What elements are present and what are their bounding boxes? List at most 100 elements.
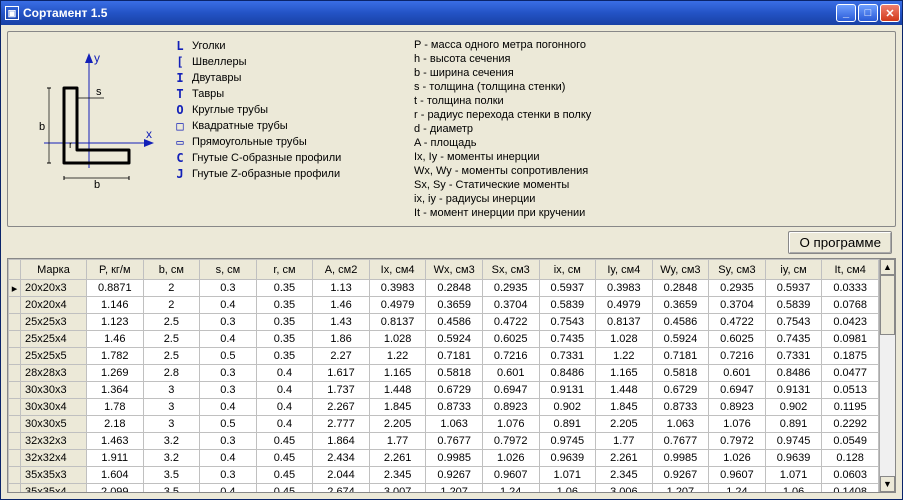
cell[interactable]: 3.006 — [596, 484, 653, 494]
table-row[interactable]: 20x20x41.14620.40.351.460.49790.36590.37… — [9, 297, 879, 314]
cell[interactable]: 3 — [143, 399, 200, 416]
cell[interactable]: 0.1195 — [822, 399, 879, 416]
minimize-button[interactable]: _ — [836, 4, 856, 22]
cell[interactable]: 0.35 — [256, 348, 313, 365]
cell[interactable]: 0.8733 — [426, 399, 483, 416]
cell[interactable]: 0.45 — [256, 450, 313, 467]
cell[interactable]: 0.4979 — [369, 297, 426, 314]
cell[interactable]: 0.4 — [200, 450, 257, 467]
cell[interactable]: 2.5 — [143, 331, 200, 348]
cell[interactable]: 0.3 — [200, 314, 257, 331]
profile-type-item[interactable]: OКруглые трубы — [174, 102, 404, 118]
scroll-up-button[interactable]: ▲ — [880, 259, 895, 275]
cell[interactable]: 0.6025 — [709, 331, 766, 348]
cell[interactable]: 2.5 — [143, 348, 200, 365]
cell[interactable]: 1.146 — [87, 297, 144, 314]
column-header[interactable]: P, кг/м — [87, 260, 144, 280]
cell[interactable]: 0.5937 — [765, 280, 822, 297]
cell[interactable]: 0.2935 — [709, 280, 766, 297]
column-header[interactable]: Ix, см4 — [369, 260, 426, 280]
table-row[interactable]: 35x35x42.0993.50.40.452.6743.0071.2071.2… — [9, 484, 879, 494]
cell[interactable]: 0.7181 — [426, 348, 483, 365]
cell[interactable]: 1.165 — [596, 365, 653, 382]
data-grid[interactable]: МаркаP, кг/мb, смs, смr, смA, см2Ix, см4… — [8, 259, 879, 493]
cell[interactable]: 0.7543 — [539, 314, 596, 331]
cell[interactable]: 0.6729 — [426, 382, 483, 399]
cell[interactable]: 1.46 — [87, 331, 144, 348]
cell[interactable]: 1.845 — [369, 399, 426, 416]
cell[interactable]: 30x30x5 — [21, 416, 87, 433]
cell[interactable]: 2.434 — [313, 450, 370, 467]
cell[interactable]: 35x35x3 — [21, 467, 87, 484]
cell[interactable]: 0.8923 — [709, 399, 766, 416]
cell[interactable]: 1.24 — [709, 484, 766, 494]
cell[interactable]: 0.6947 — [482, 382, 539, 399]
cell[interactable]: 0.6947 — [709, 382, 766, 399]
cell[interactable]: 0.3704 — [482, 297, 539, 314]
cell[interactable]: 0.35 — [256, 314, 313, 331]
maximize-button[interactable]: □ — [858, 4, 878, 22]
cell[interactable]: 0.9267 — [652, 467, 709, 484]
cell[interactable]: 1.845 — [596, 399, 653, 416]
table-row[interactable]: ▸20x20x30.887120.30.351.130.39830.28480.… — [9, 280, 879, 297]
cell[interactable]: 30x30x4 — [21, 399, 87, 416]
cell[interactable]: 32x32x4 — [21, 450, 87, 467]
cell[interactable]: 0.0333 — [822, 280, 879, 297]
cell[interactable]: 0.0768 — [822, 297, 879, 314]
cell[interactable]: 0.7435 — [765, 331, 822, 348]
column-header[interactable]: b, см — [143, 260, 200, 280]
profile-type-item[interactable]: CГнутые С-образные профили — [174, 150, 404, 166]
cell[interactable]: 3.5 — [143, 467, 200, 484]
cell[interactable]: 2.5 — [143, 314, 200, 331]
table-row[interactable]: 30x30x41.7830.40.42.2671.8450.87330.8923… — [9, 399, 879, 416]
cell[interactable]: 1.207 — [426, 484, 483, 494]
cell[interactable]: 0.7435 — [539, 331, 596, 348]
cell[interactable]: 32x32x3 — [21, 433, 87, 450]
cell[interactable]: 0.3659 — [652, 297, 709, 314]
cell[interactable]: 1.77 — [596, 433, 653, 450]
cell[interactable]: 0.5839 — [765, 297, 822, 314]
profile-type-item[interactable]: TТавры — [174, 86, 404, 102]
cell[interactable]: 2 — [143, 297, 200, 314]
cell[interactable]: 0.9985 — [426, 450, 483, 467]
cell[interactable]: 2.345 — [369, 467, 426, 484]
cell[interactable]: 20x20x3 — [21, 280, 87, 297]
cell[interactable]: 0.8486 — [765, 365, 822, 382]
cell[interactable]: 1.028 — [596, 331, 653, 348]
cell[interactable]: 0.891 — [765, 416, 822, 433]
cell[interactable]: 1.063 — [426, 416, 483, 433]
cell[interactable]: 0.9607 — [482, 467, 539, 484]
scroll-thumb[interactable] — [880, 275, 895, 335]
table-row[interactable]: 32x32x41.9113.20.40.452.4342.2610.99851.… — [9, 450, 879, 467]
cell[interactable]: 0.9639 — [539, 450, 596, 467]
table-row[interactable]: 25x25x41.462.50.40.351.861.0280.59240.60… — [9, 331, 879, 348]
cell[interactable]: 0.0603 — [822, 467, 879, 484]
cell[interactable]: 3.2 — [143, 450, 200, 467]
cell[interactable]: 0.902 — [765, 399, 822, 416]
cell[interactable]: 25x25x3 — [21, 314, 87, 331]
cell[interactable]: 28x28x3 — [21, 365, 87, 382]
scroll-down-button[interactable]: ▼ — [880, 476, 895, 492]
cell[interactable]: 0.7677 — [426, 433, 483, 450]
cell[interactable]: 0.5924 — [652, 331, 709, 348]
cell[interactable]: 0.601 — [482, 365, 539, 382]
table-row[interactable]: 30x30x31.36430.30.41.7371.4480.67290.694… — [9, 382, 879, 399]
scroll-track[interactable] — [880, 275, 895, 476]
cell[interactable]: 2.777 — [313, 416, 370, 433]
column-header[interactable]: s, см — [200, 260, 257, 280]
cell[interactable]: 0.45 — [256, 433, 313, 450]
cell[interactable]: 1.448 — [369, 382, 426, 399]
cell[interactable]: 0.45 — [256, 484, 313, 494]
vertical-scrollbar[interactable]: ▲ ▼ — [879, 259, 895, 492]
close-button[interactable]: ✕ — [880, 4, 900, 22]
cell[interactable]: 0.35 — [256, 280, 313, 297]
cell[interactable]: 0.4 — [256, 416, 313, 433]
column-header[interactable]: Wx, см3 — [426, 260, 483, 280]
cell[interactable]: 0.2848 — [652, 280, 709, 297]
cell[interactable]: 0.7331 — [539, 348, 596, 365]
cell[interactable]: 0.8733 — [652, 399, 709, 416]
cell[interactable]: 1.028 — [369, 331, 426, 348]
cell[interactable]: 1.77 — [369, 433, 426, 450]
cell[interactable]: 0.891 — [539, 416, 596, 433]
cell[interactable]: 0.5 — [200, 348, 257, 365]
